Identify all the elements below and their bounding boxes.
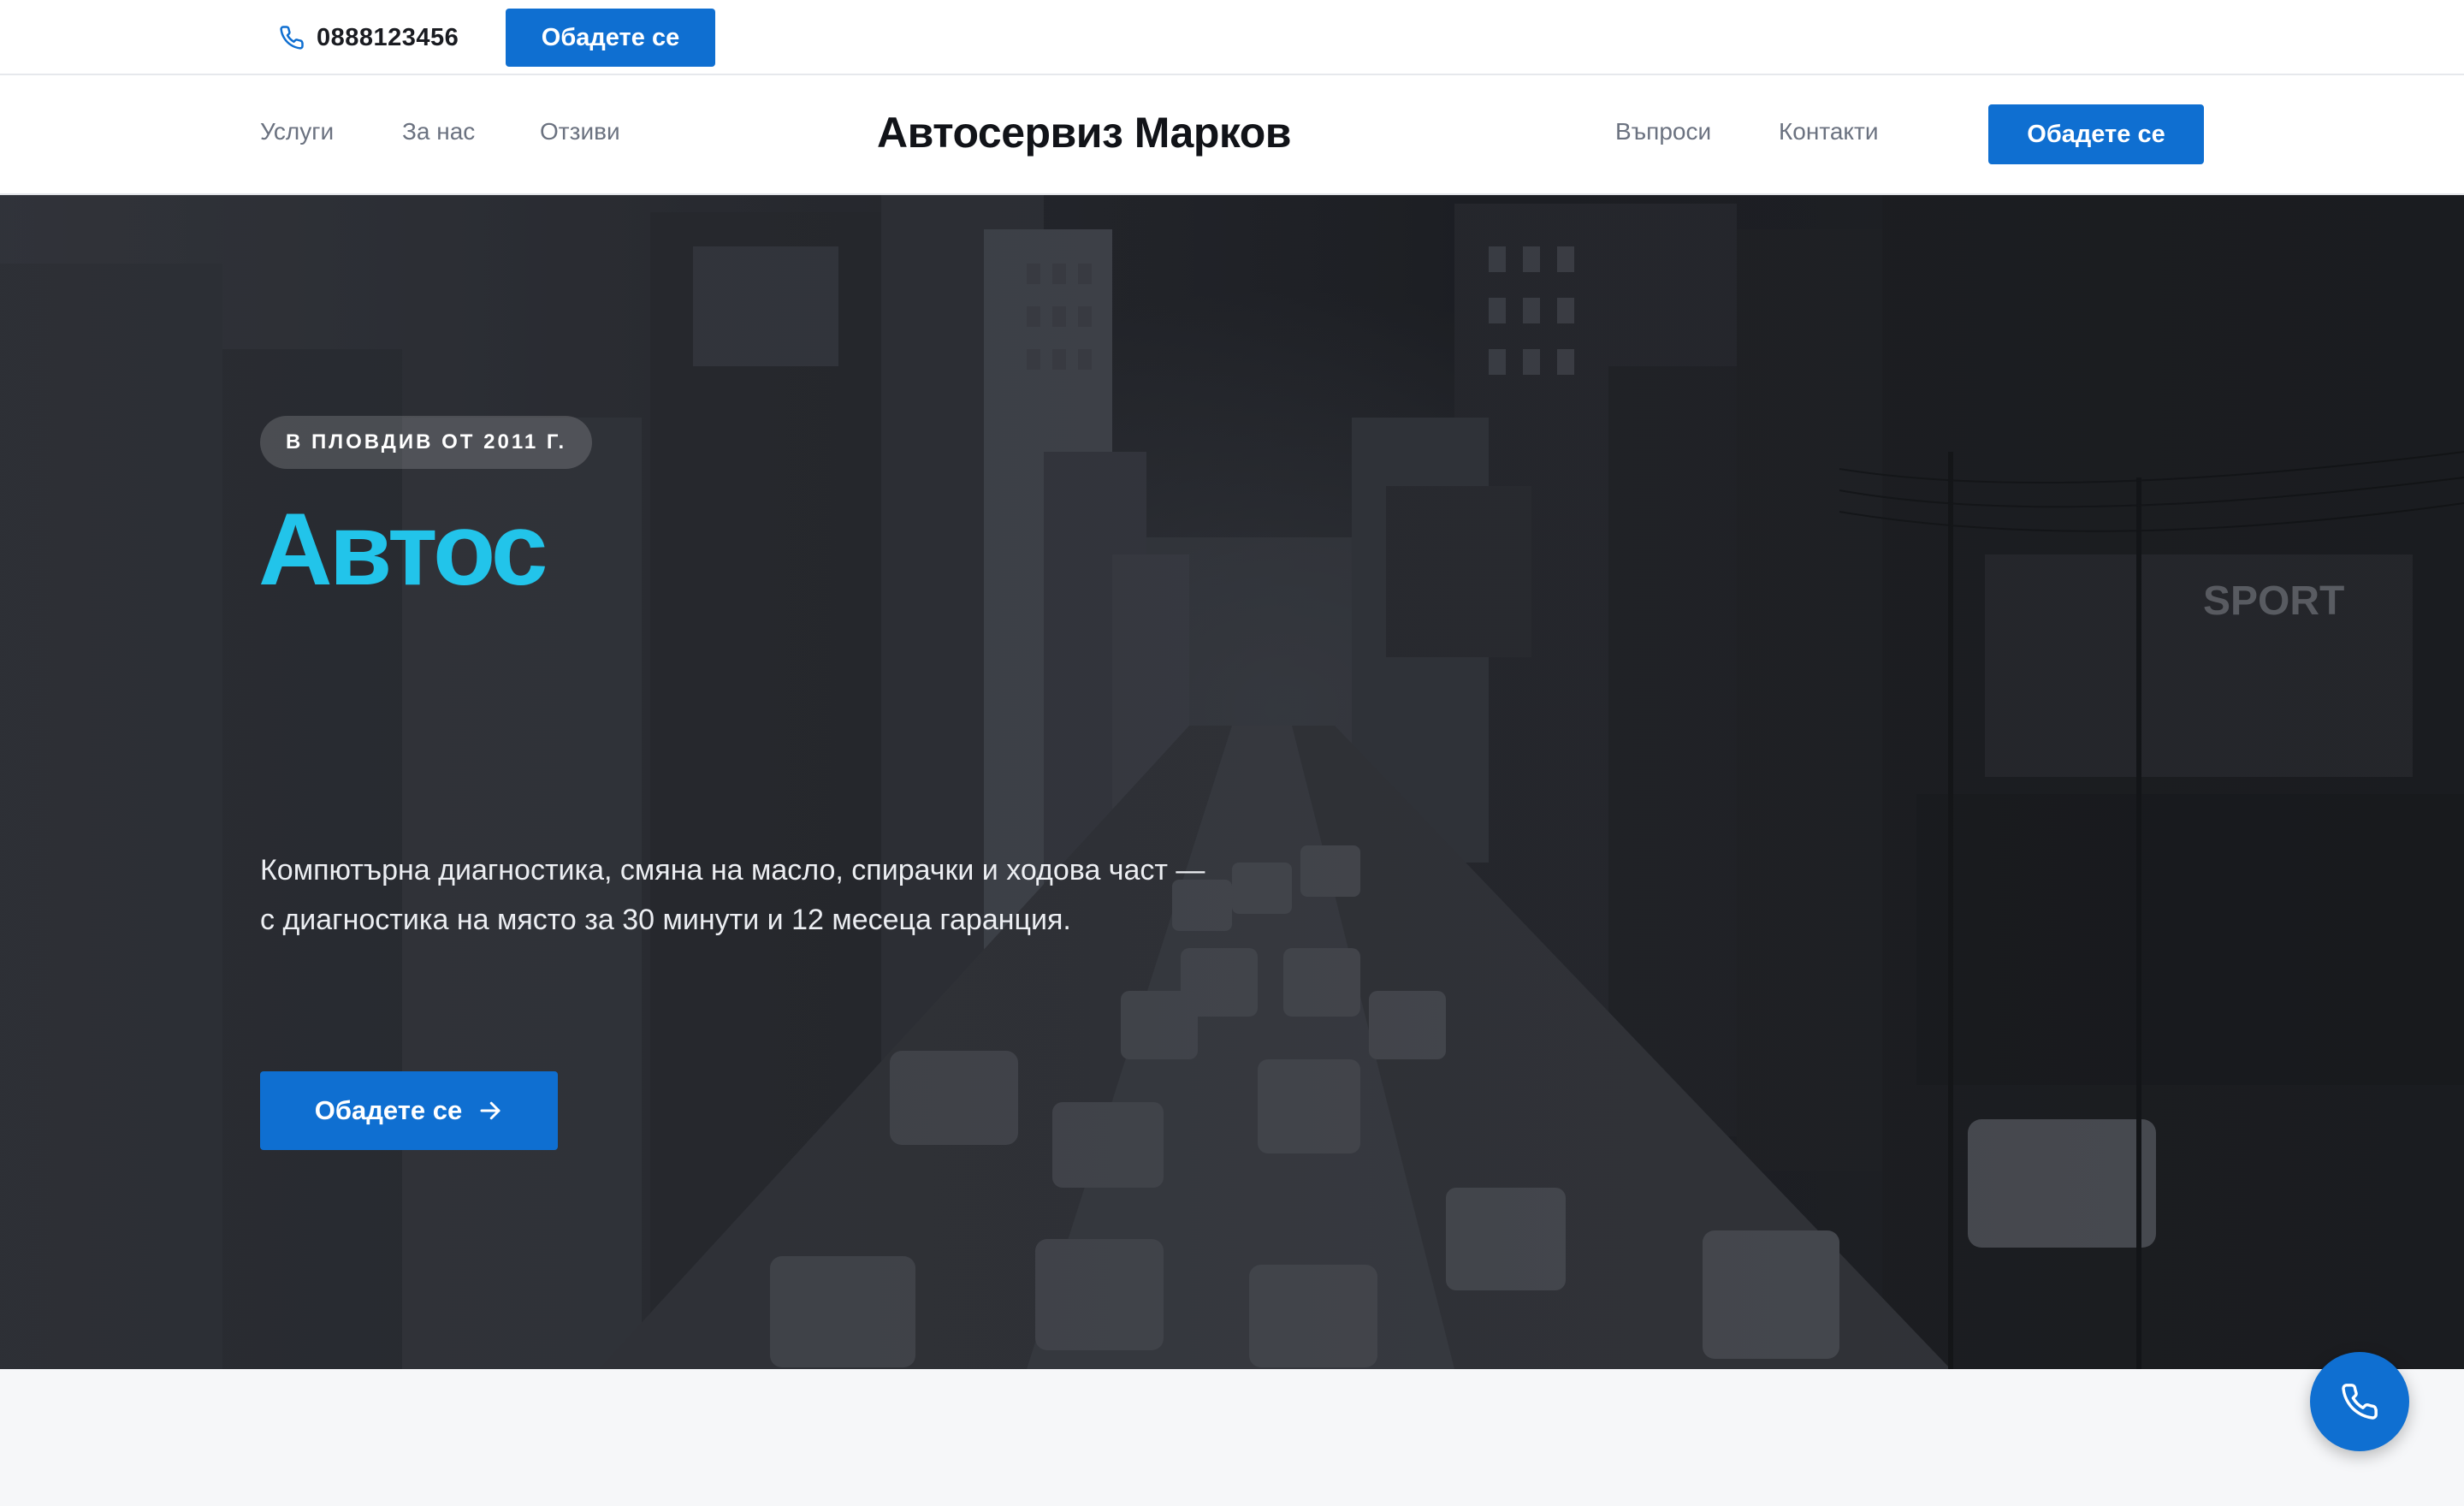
main-header: Услуги За нас Отзиви Автосервиз Марков В…	[0, 75, 2464, 195]
hero-section: SPORT В ПЛОВДИВ ОТ 2011 Г. Автос Компютъ…	[0, 195, 2464, 1369]
nav-link-reviews[interactable]: Отзиви	[540, 118, 620, 145]
hero-title: Автос	[258, 492, 548, 607]
top-bar: 0888123456 Обадете се	[0, 0, 2464, 75]
hero-call-button[interactable]: Обадете се	[260, 1071, 558, 1150]
nav-link-services[interactable]: Услуги	[260, 118, 334, 145]
phone-icon	[2342, 1384, 2378, 1420]
hero-description: Компютърна диагностика, смяна на масло, …	[260, 854, 1205, 936]
phone-icon	[280, 26, 304, 50]
topbar-call-button[interactable]: Обадете се	[506, 9, 715, 67]
nav-link-faq[interactable]: Въпроси	[1615, 118, 1711, 145]
floating-call-button[interactable]	[2310, 1352, 2409, 1451]
phone-number: 0888123456	[317, 23, 459, 51]
hero-call-button-label: Обадете се	[314, 1095, 463, 1125]
hero-overlay	[0, 195, 2464, 1369]
nav-link-about[interactable]: За нас	[402, 118, 475, 145]
nav-link-contacts[interactable]: Контакти	[1779, 118, 1878, 145]
arrow-right-icon	[480, 1101, 500, 1120]
header-call-button[interactable]: Обадете се	[1988, 104, 2204, 164]
hero-badge: В ПЛОВДИВ ОТ 2011 Г.	[260, 416, 593, 469]
topbar-phone-link[interactable]: 0888123456	[279, 21, 459, 55]
brand-logo[interactable]: Автосервиз Марков	[876, 108, 1292, 157]
